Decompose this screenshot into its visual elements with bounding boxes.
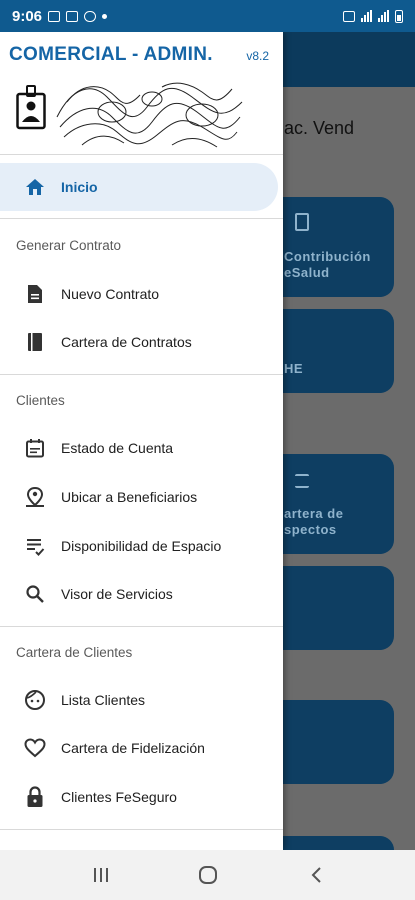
divider [0,626,283,627]
checklist-icon [24,535,46,557]
calendar-icon [24,437,46,459]
menu-item-estado-de-cuenta[interactable]: Estado de Cuenta [0,424,278,472]
tile-label: eSalud [284,265,330,280]
book-icon [24,331,46,353]
section-title-cartera-de-clientes: Cartera de Clientes [16,645,133,660]
menu-item-inicio[interactable]: Inicio [0,163,278,211]
status-bar: 9:06 [0,0,415,32]
drawer-header: COMERCIAL - ADMIN. v8.2 [0,32,283,155]
tile-label: artera de [284,506,344,521]
heart-icon [24,737,46,759]
menu-item-label: Clientes FeSeguro [61,789,177,805]
wifi-signal-icon [361,10,372,22]
home-icon [24,176,46,198]
menu-item-clientes-feseguro[interactable]: Clientes FeSeguro [0,773,278,821]
cloud-notification-icon [84,10,97,22]
more-notifications-icon [102,13,108,19]
back-button[interactable] [303,864,329,886]
app-version: v8.2 [246,49,269,63]
menu-item-cartera-de-contratos[interactable]: Cartera de Contratos [0,318,278,366]
menu-item-label: Ubicar a Beneficiarios [61,489,198,505]
home-circle-icon [199,866,217,884]
document-icon [24,283,46,305]
tile-label: spectos [284,522,337,537]
back-chevron-icon [311,867,321,883]
cell-signal-icon [378,10,389,22]
vibrate-icon [343,10,355,22]
menu-item-cartera-de-fidelizacion[interactable]: Cartera de Fidelización [0,724,278,772]
menu-item-label: Lista Clientes [61,692,146,708]
gallery-notification-icon [48,10,61,22]
menu-item-label: Nuevo Contrato [61,286,160,302]
system-navigation-bar [0,850,415,900]
background-title: ac. Vend [284,118,355,138]
divider [0,218,283,219]
tile-label: HE [284,361,304,376]
navigation-drawer: COMERCIAL - ADMIN. v8.2 Inicio Generar C… [0,32,283,850]
home-button[interactable] [195,864,221,886]
recent-apps-icon [94,868,108,882]
divider [0,374,283,375]
menu-item-visor-de-servicios[interactable]: Visor de Servicios [0,570,278,618]
list-icon [295,474,309,488]
app-title: COMERCIAL - ADMIN. [9,44,213,65]
badge-avatar-icon [16,85,46,130]
message-notification-icon [66,10,79,22]
person-pin-icon [24,486,46,508]
menu-item-label: Cartera de Contratos [61,334,192,350]
divider [0,829,283,830]
menu-item-lista-clientes[interactable]: Lista Clientes [0,676,278,724]
menu-item-label: Cartera de Fidelización [61,740,205,756]
logo-scribble-image [56,82,243,148]
section-title-generar-contrato: Generar Contrato [16,238,122,253]
clipboard-icon [295,213,309,231]
menu-item-label: Disponibilidad de Espacio [61,538,222,554]
search-icon [24,583,46,605]
menu-item-ubicar-a-beneficiarios[interactable]: Ubicar a Beneficiarios [0,473,278,521]
battery-icon [395,9,403,23]
lock-icon [24,786,46,808]
face-icon [24,689,46,711]
status-time: 9:06 [12,7,43,25]
menu-item-nuevo-contrato[interactable]: Nuevo Contrato [0,270,278,318]
menu-item-label: Inicio [61,179,98,195]
menu-item-disponibilidad-de-espacio[interactable]: Disponibilidad de Espacio [0,522,278,570]
tile-label: Contribución [284,249,371,264]
section-title-clientes: Clientes [16,393,65,408]
recent-apps-button[interactable] [88,864,114,886]
menu-item-label: Visor de Servicios [61,586,173,602]
menu-item-label: Estado de Cuenta [61,440,174,456]
